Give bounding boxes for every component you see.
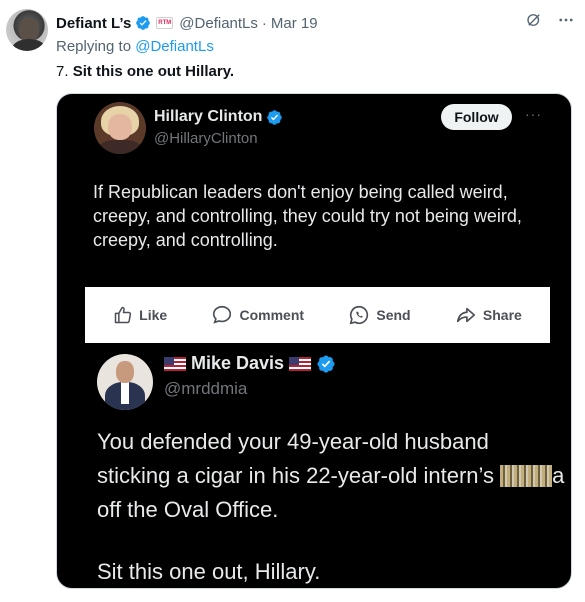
hillary-name-row: Hillary Clinton — [154, 108, 283, 126]
us-flag-icon — [289, 356, 312, 371]
avatar-shirt — [121, 382, 129, 404]
verified-badge-icon — [267, 109, 283, 125]
censored-word-mark — [500, 465, 553, 487]
replying-to: Replying to @DefiantLs — [56, 38, 214, 55]
author-name[interactable]: Defiant L’s — [56, 15, 131, 32]
mike-davis-handle: @mrddmia — [164, 379, 248, 398]
verified-badge-icon — [317, 354, 335, 373]
tweet-number: 7. — [56, 63, 69, 80]
whatsapp-icon — [349, 305, 369, 325]
author-avatar[interactable] — [6, 9, 48, 51]
share-action: Share — [455, 304, 522, 326]
mike-davis-closing-line: Sit this one out, Hillary. — [97, 559, 321, 584]
mike-davis-avatar — [97, 354, 153, 410]
grok-icon[interactable] — [525, 11, 543, 29]
author-handle[interactable]: @DefiantLs — [179, 15, 258, 32]
replying-handle-link[interactable]: @DefiantLs — [135, 38, 214, 55]
verified-badge-icon — [136, 16, 151, 30]
social-action-bar: Like Comment Send Share — [85, 287, 550, 343]
mike-davis-tweet-text: You defended your 49-year-old husband st… — [97, 425, 567, 527]
avatar-jacket — [98, 140, 142, 154]
tweet-date[interactable]: Mar 19 — [271, 15, 318, 32]
like-action: Like — [113, 305, 167, 325]
tweet-media-image[interactable]: Hillary Clinton @HillaryClinton Follow ·… — [56, 93, 572, 589]
comment-action: Comment — [211, 304, 304, 326]
us-flag-icon — [164, 356, 186, 371]
like-label: Like — [139, 307, 168, 323]
tweet-text: 7. Sit this one out Hillary. — [56, 63, 234, 80]
avatar-face — [108, 114, 132, 140]
avatar-face — [116, 361, 134, 383]
thumbs-up-icon — [114, 306, 132, 324]
send-action: Send — [348, 304, 411, 326]
avatar-body — [12, 39, 46, 51]
share-arrow-icon — [456, 307, 475, 323]
send-label: Send — [376, 307, 411, 323]
affiliation-badge[interactable]: RTM — [156, 17, 174, 29]
tweet-header: Defiant L’s RTM @DefiantLs · Mar 19 — [56, 13, 318, 33]
hillary-name: Hillary Clinton — [154, 108, 263, 125]
share-label: Share — [482, 307, 522, 323]
comment-label: Comment — [239, 307, 305, 323]
hillary-avatar — [94, 102, 146, 154]
mike-davis-text-part-1: You defended your 49-year-old husband st… — [97, 429, 494, 488]
hillary-tweet-text: If Republican leaders don't enjoy being … — [93, 182, 522, 250]
more-icon[interactable] — [557, 11, 575, 29]
tweet-body: Sit this one out Hillary. — [72, 63, 235, 80]
top-actions — [525, 11, 575, 29]
hillary-handle: @HillaryClinton — [154, 130, 258, 147]
mike-davis-name-row: Mike Davis — [164, 353, 336, 374]
mike-davis-name: Mike Davis — [191, 353, 285, 373]
comment-icon — [213, 305, 232, 324]
replying-prefix: Replying to — [56, 38, 132, 55]
more-icon: ··· — [525, 106, 542, 122]
separator-dot: · — [261, 14, 267, 32]
follow-button: Follow — [441, 104, 512, 130]
